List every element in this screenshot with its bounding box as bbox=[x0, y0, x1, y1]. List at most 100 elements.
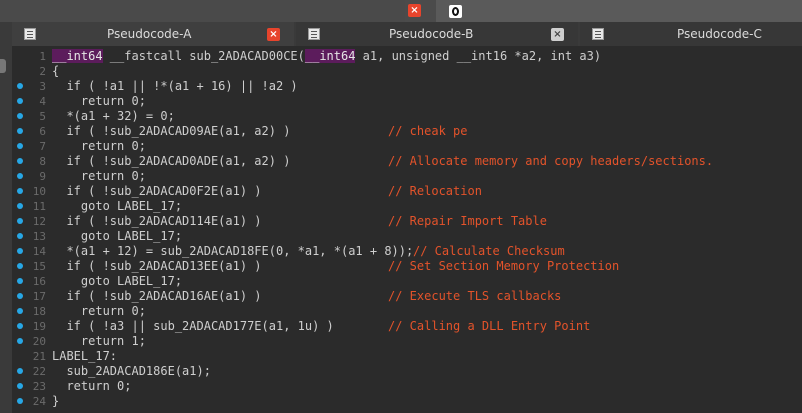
code-line[interactable]: 18 return 0; bbox=[12, 304, 802, 319]
code-text: goto LABEL_17; bbox=[52, 199, 183, 213]
info-icon[interactable] bbox=[449, 5, 462, 18]
breakpoint-dot-icon[interactable] bbox=[17, 338, 23, 344]
breakpoint-dot-icon[interactable] bbox=[17, 218, 23, 224]
close-tab-icon[interactable]: × bbox=[551, 28, 564, 41]
code-text: sub_2ADACAD186E(a1); bbox=[52, 364, 211, 378]
code-line[interactable]: 5 *(a1 + 32) = 0; bbox=[12, 109, 802, 124]
breakpoint-dot-icon[interactable] bbox=[17, 113, 23, 119]
code-line[interactable]: 3 if ( !a1 || !*(a1 + 16) || !a2 ) bbox=[12, 79, 802, 94]
code-line[interactable]: 17 if ( !sub_2ADACAD16AE(a1) ) // Execute… bbox=[12, 289, 802, 304]
breakpoint-dot-icon[interactable] bbox=[17, 83, 23, 89]
titlebar-left bbox=[0, 0, 405, 22]
line-number: 24 bbox=[32, 395, 46, 408]
breakpoint-dot-icon[interactable] bbox=[17, 293, 23, 299]
code-line[interactable]: 8 if ( !sub_2ADACAD0ADE(a1, a2) ) // Allo… bbox=[12, 154, 802, 169]
code-line[interactable]: 13 goto LABEL_17; bbox=[12, 229, 802, 244]
breakpoint-dot-icon[interactable] bbox=[17, 323, 23, 329]
line-number: 17 bbox=[32, 290, 46, 303]
code-line[interactable]: 7 return 0; bbox=[12, 139, 802, 154]
code-text: if ( !a3 || sub_2ADACAD177E(a1, 1u) ) bbox=[52, 319, 334, 333]
line-number: 13 bbox=[32, 230, 46, 243]
breakpoint-dot-icon[interactable] bbox=[17, 158, 23, 164]
tab-pseudocode-b[interactable]: Pseudocode-B × bbox=[296, 22, 578, 46]
code-comment: // Execute TLS callbacks bbox=[388, 289, 562, 303]
breakpoint-dot-icon[interactable] bbox=[17, 143, 23, 149]
line-number: 8 bbox=[39, 155, 46, 168]
breakpoint-dot-icon[interactable] bbox=[17, 248, 23, 254]
code-text: if ( !sub_2ADACAD114E(a1) ) bbox=[52, 214, 262, 228]
titlebar-right bbox=[436, 0, 802, 22]
code-comment: // cheak pe bbox=[388, 124, 468, 138]
tab-bar: Pseudocode-A × Pseudocode-B × Pseudocode… bbox=[0, 22, 802, 46]
code-line[interactable]: 6 if ( !sub_2ADACAD09AE(a1, a2) ) // chea… bbox=[12, 124, 802, 139]
code-line[interactable]: 20 return 1; bbox=[12, 334, 802, 349]
code-comment: // Calculate Checksum bbox=[413, 244, 565, 258]
tab-pseudocode-a[interactable]: Pseudocode-A × bbox=[12, 22, 294, 46]
line-number: 23 bbox=[32, 380, 46, 393]
tab-pseudocode-c[interactable]: Pseudocode-C bbox=[580, 22, 802, 46]
line-number: 10 bbox=[32, 185, 46, 198]
code-line[interactable]: 2{ bbox=[12, 64, 802, 79]
close-tab-icon[interactable]: × bbox=[267, 28, 280, 41]
breakpoint-dot-icon[interactable] bbox=[17, 278, 23, 284]
line-number: 9 bbox=[39, 170, 46, 183]
line-number: 4 bbox=[39, 95, 46, 108]
breakpoint-dot-icon[interactable] bbox=[17, 173, 23, 179]
breakpoint-dot-icon[interactable] bbox=[17, 398, 23, 404]
line-number: 2 bbox=[39, 65, 46, 78]
window-titlebar: × bbox=[0, 0, 802, 22]
code-text: return 1; bbox=[52, 334, 146, 348]
breakpoint-dot-icon[interactable] bbox=[17, 128, 23, 134]
line-number: 15 bbox=[32, 260, 46, 273]
breakpoint-dot-icon[interactable] bbox=[17, 233, 23, 239]
code-text: return 0; bbox=[52, 139, 146, 153]
code-line[interactable]: 22 sub_2ADACAD186E(a1); bbox=[12, 364, 802, 379]
code-text: return 0; bbox=[52, 94, 146, 108]
code-line[interactable]: 1 __int64 __fastcall sub_2ADACAD00CE(__in… bbox=[12, 49, 802, 64]
line-number: 1 bbox=[39, 50, 46, 63]
code-line[interactable]: 12 if ( !sub_2ADACAD114E(a1) ) // Repair … bbox=[12, 214, 802, 229]
code-text: *(a1 + 32) = 0; bbox=[52, 109, 175, 123]
code-text: if ( !sub_2ADACAD0F2E(a1) ) bbox=[52, 184, 262, 198]
type-keyword: __int64 bbox=[52, 49, 103, 63]
code-fragment: __fastcall sub_2ADACAD00CE( bbox=[102, 49, 305, 63]
code-comment: // Calling a DLL Entry Point bbox=[388, 319, 591, 333]
code-line[interactable]: 4 return 0; bbox=[12, 94, 802, 109]
breakpoint-dot-icon[interactable] bbox=[17, 188, 23, 194]
code-line[interactable]: 10 if ( !sub_2ADACAD0F2E(a1) ) // Relocat… bbox=[12, 184, 802, 199]
code-line[interactable]: 15 if ( !sub_2ADACAD13EE(a1) ) // Set Sec… bbox=[12, 259, 802, 274]
line-number: 20 bbox=[32, 335, 46, 348]
code-line[interactable]: 24} bbox=[12, 394, 802, 409]
breakpoint-dot-icon[interactable] bbox=[17, 368, 23, 374]
code-line[interactable]: 23 return 0; bbox=[12, 379, 802, 394]
line-number: 21 bbox=[32, 350, 46, 363]
breakpoint-dot-icon[interactable] bbox=[17, 308, 23, 314]
line-number: 5 bbox=[39, 110, 46, 123]
close-icon[interactable]: × bbox=[408, 4, 421, 17]
pseudocode-editor[interactable]: 1 __int64 __fastcall sub_2ADACAD00CE(__in… bbox=[12, 46, 802, 413]
code-text: return 0; bbox=[52, 169, 146, 183]
code-line[interactable]: 14 *(a1 + 12) = sub_2ADACAD18FE(0, *a1, … bbox=[12, 244, 802, 259]
code-text: return 0; bbox=[52, 304, 146, 318]
panel-handle[interactable] bbox=[0, 59, 6, 73]
code-text: goto LABEL_17; bbox=[52, 274, 183, 288]
code-line[interactable]: 9 return 0; bbox=[12, 169, 802, 184]
code-text: if ( !sub_2ADACAD09AE(a1, a2) ) bbox=[52, 124, 291, 138]
breakpoint-dot-icon[interactable] bbox=[17, 383, 23, 389]
code-text: if ( !sub_2ADACAD0ADE(a1, a2) ) bbox=[52, 154, 291, 168]
code-line[interactable]: 19 if ( !a3 || sub_2ADACAD177E(a1, 1u) )… bbox=[12, 319, 802, 334]
pseudocode-icon bbox=[308, 28, 320, 40]
code-line[interactable]: 11 goto LABEL_17; bbox=[12, 199, 802, 214]
line-number: 3 bbox=[39, 80, 46, 93]
breakpoint-dot-icon[interactable] bbox=[17, 263, 23, 269]
code-comment: // Allocate memory and copy headers/sect… bbox=[388, 154, 714, 168]
code-text: } bbox=[52, 394, 60, 408]
code-line[interactable]: 16 goto LABEL_17; bbox=[12, 274, 802, 289]
tab-label: Pseudocode-A bbox=[107, 27, 192, 41]
code-line[interactable]: 21 LABEL_17: bbox=[12, 349, 802, 364]
breakpoint-dot-icon[interactable] bbox=[17, 98, 23, 104]
pseudocode-icon bbox=[592, 28, 604, 40]
breakpoint-dot-icon[interactable] bbox=[17, 203, 23, 209]
tab-label: Pseudocode-C bbox=[677, 27, 762, 41]
pseudocode-icon bbox=[24, 28, 36, 40]
